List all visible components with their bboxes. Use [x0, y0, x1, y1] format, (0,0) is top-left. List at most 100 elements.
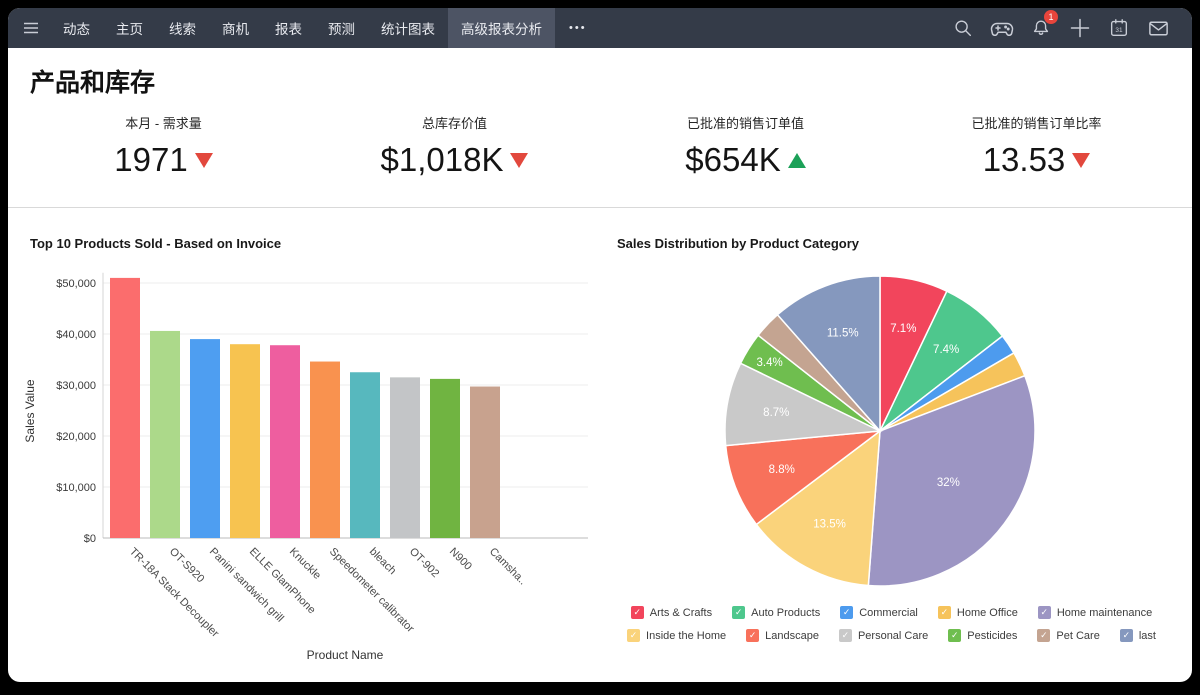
legend-label: Home maintenance	[1056, 606, 1153, 619]
legend-item-home-maintenance[interactable]: ✓ Home maintenance	[1037, 606, 1153, 619]
legend-item-home-office[interactable]: ✓ Home Office	[937, 606, 1018, 619]
nav-tab-3[interactable]: 线索	[156, 8, 209, 48]
trend-down-icon	[1072, 152, 1091, 168]
legend-item-pesticides[interactable]: ✓ Pesticides	[948, 629, 1017, 642]
legend-label: Pesticides	[967, 629, 1018, 642]
nav-tab-1[interactable]: 动态	[50, 8, 103, 48]
pie-slice-label: 7.1%	[890, 323, 916, 335]
charts-section: Top 10 Products Sold - Based on Invoice …	[8, 208, 1192, 669]
legend-checkbox-icon[interactable]: ✓	[746, 629, 760, 642]
pie-slice-label: 3.4%	[757, 357, 783, 369]
legend-item-last[interactable]: ✓ last	[1119, 629, 1156, 642]
legend-label: Inside the Home	[646, 629, 727, 642]
bar-2[interactable]	[150, 330, 180, 538]
hamburger-menu-icon[interactable]	[8, 8, 50, 48]
app-window: 动态 主页 线索 商机 报表 预测 统计图表 高级报表分析 ••• 1 31 产…	[8, 8, 1192, 682]
svg-text:$10,000: $10,000	[56, 482, 96, 494]
nav-more-button[interactable]: •••	[555, 8, 601, 48]
notification-badge: 1	[1044, 10, 1058, 24]
legend-checkbox-icon[interactable]: ✓	[937, 606, 951, 619]
kpi-card-4: 已批准的销售订单比率 13.53	[891, 113, 1182, 205]
legend-checkbox-icon[interactable]: ✓	[732, 606, 746, 619]
legend-checkbox-icon[interactable]: ✓	[627, 629, 641, 642]
trend-up-icon	[787, 152, 806, 168]
bar-1[interactable]	[110, 277, 140, 538]
kpi-label: 本月 - 需求量	[125, 116, 202, 131]
legend-item-arts-crafts[interactable]: ✓ Arts & Crafts	[630, 606, 713, 619]
legend-checkbox-icon[interactable]: ✓	[630, 606, 644, 619]
bar-x-axis-title: Product Name	[307, 648, 384, 662]
page-title: 产品和库存	[30, 69, 156, 97]
legend-item-personal-care[interactable]: ✓ Personal Care	[838, 629, 928, 642]
pie-slice-label: 32%	[937, 477, 960, 489]
legend-row: ✓ Inside the Home ✓ Landscape ✓ Personal Care…	[627, 629, 1156, 642]
bar-7[interactable]	[350, 372, 380, 538]
legend-label: last	[1138, 629, 1156, 642]
pie-chart[interactable]: 7.1% 7.4% 32% 13.5% 8.8% 8.7% 3.4% 11.5%	[605, 251, 1175, 596]
bar-chart[interactable]: $0$10,000$20,000$30,000$40,000$50,000TR-…	[20, 251, 605, 669]
gamepad-icon[interactable]	[986, 12, 1018, 44]
nav-left: 动态 主页 线索 商机 报表 预测 统计图表 高级报表分析 •••	[8, 8, 947, 48]
nav-tab-7[interactable]: 统计图表	[368, 8, 448, 48]
legend-label: Landscape	[765, 629, 819, 642]
kpi-card-2: 总库存价值 $1,018K	[309, 113, 600, 205]
notifications-bell-icon[interactable]: 1	[1025, 10, 1058, 44]
bar-6[interactable]	[310, 361, 340, 538]
legend-checkbox-icon[interactable]: ✓	[1037, 606, 1051, 619]
kpi-label: 总库存价值	[421, 116, 487, 131]
kpi-value: 1971	[114, 141, 213, 179]
bar-5[interactable]	[270, 345, 300, 538]
legend-label: Arts & Crafts	[649, 606, 713, 619]
legend-item-landscape[interactable]: ✓ Landscape	[746, 629, 819, 642]
kpi-value: 13.53	[983, 141, 1091, 179]
legend-item-commercial[interactable]: ✓ Commercial	[840, 606, 918, 619]
bar-x-label: bleach	[367, 546, 398, 577]
legend-row: ✓ Arts & Crafts ✓ Auto Products ✓ Commercial ✓…	[630, 606, 1153, 619]
kpi-value: $654K	[685, 141, 806, 179]
legend-checkbox-icon[interactable]: ✓	[1119, 629, 1133, 642]
svg-text:$20,000: $20,000	[56, 431, 96, 443]
bar-4[interactable]	[230, 344, 260, 538]
legend-item-inside-the-home[interactable]: ✓ Inside the Home	[627, 629, 726, 642]
legend-checkbox-icon[interactable]: ✓	[840, 606, 854, 619]
add-icon[interactable]	[1064, 12, 1096, 44]
legend-item-pet-care[interactable]: ✓ Pet Care	[1037, 629, 1100, 642]
svg-text:31: 31	[1115, 27, 1123, 34]
bar-3[interactable]	[190, 339, 220, 538]
nav-tab-5[interactable]: 报表	[262, 8, 315, 48]
calendar-icon[interactable]: 31	[1103, 12, 1135, 44]
svg-text:$40,000: $40,000	[56, 329, 96, 341]
nav-tab-2[interactable]: 主页	[103, 8, 156, 48]
pie-slice-label: 13.5%	[813, 519, 846, 531]
bar-x-label: Panini sandwich grill	[207, 546, 286, 625]
trend-down-icon	[194, 152, 213, 168]
bar-8[interactable]	[390, 377, 420, 538]
pie-chart-panel: Sales Distribution by Product Category 7…	[605, 208, 1192, 669]
nav-tab-8[interactable]: 高级报表分析	[448, 8, 555, 48]
nav-tabs: 动态 主页 线索 商机 报表 预测 统计图表 高级报表分析	[50, 8, 555, 48]
nav-icons: 1 31	[947, 8, 1192, 48]
nav-tab-6[interactable]: 预测	[315, 8, 368, 48]
mail-icon[interactable]	[1142, 12, 1174, 44]
legend-checkbox-icon[interactable]: ✓	[948, 629, 962, 642]
bar-x-label: OT-S920	[167, 546, 207, 586]
pie-slice-label: 11.5%	[827, 327, 859, 339]
legend-checkbox-icon[interactable]: ✓	[1037, 629, 1051, 642]
bar-x-label: OT-902	[407, 546, 441, 580]
bar-9[interactable]	[430, 378, 460, 538]
trend-down-icon	[510, 152, 529, 168]
pie-slice-label: 8.8%	[769, 464, 795, 476]
bar-10[interactable]	[470, 386, 500, 538]
bar-chart-panel: Top 10 Products Sold - Based on Invoice …	[8, 208, 605, 669]
legend-checkbox-icon[interactable]: ✓	[838, 629, 852, 642]
kpi-card-3: 已批准的销售订单值 $654K	[600, 113, 891, 205]
kpi-row: 本月 - 需求量 1971 总库存价值 $1,018K 已批准的销售订单值 $654K 已批…	[8, 101, 1192, 208]
nav-tab-4[interactable]: 商机	[209, 8, 262, 48]
legend-label: Commercial	[859, 606, 918, 619]
legend-item-auto-products[interactable]: ✓ Auto Products	[732, 606, 820, 619]
bar-x-label: N900	[447, 546, 474, 573]
bar-x-label: Camsha..	[487, 546, 529, 588]
legend-label: Pet Care	[1056, 629, 1100, 642]
kpi-value: $1,018K	[381, 141, 529, 179]
search-icon[interactable]	[947, 12, 979, 44]
